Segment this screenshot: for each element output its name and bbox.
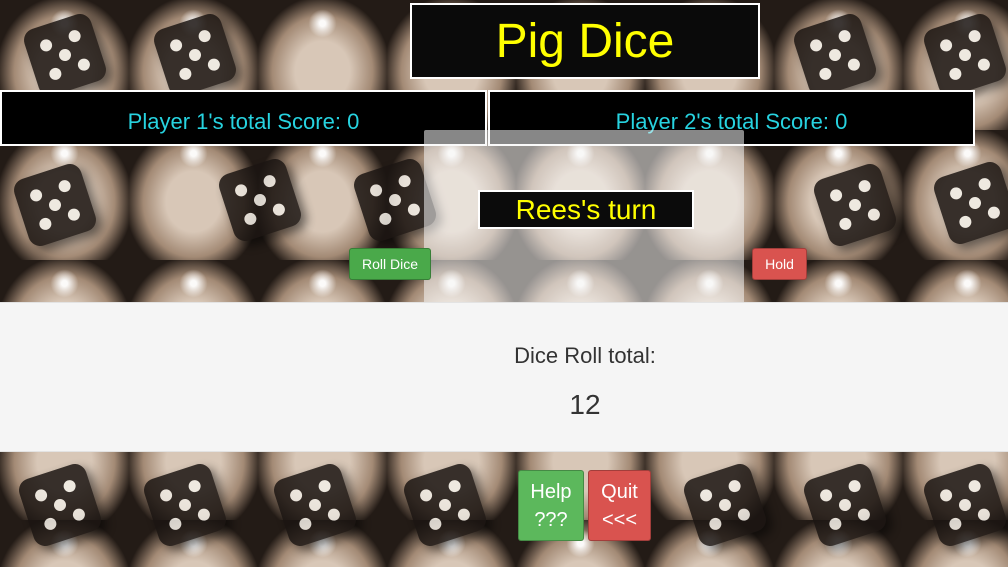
roll-dice-button[interactable]: Roll Dice <box>349 248 431 280</box>
dice-icon <box>920 10 1008 100</box>
dice-icon <box>680 460 770 550</box>
page-title: Pig Dice <box>410 3 760 79</box>
dice-icon <box>930 158 1008 248</box>
dice-icon <box>920 460 1008 550</box>
dice-icon <box>10 160 100 250</box>
help-button-label: Help <box>530 480 572 503</box>
dice-icon <box>215 155 305 245</box>
dice-icon <box>140 460 230 550</box>
dice-roll-value: 12 <box>569 389 601 420</box>
quit-button-label: Quit <box>601 480 638 503</box>
dice-icon <box>800 460 890 550</box>
dice-icon <box>270 460 360 550</box>
quit-button[interactable]: Quit <<< <box>588 470 651 541</box>
help-button[interactable]: Help ??? <box>518 470 584 541</box>
dice-roll-panel: Dice Roll total: 12 <box>0 302 1008 452</box>
dice-icon <box>15 460 105 550</box>
hold-button[interactable]: Hold <box>752 248 807 280</box>
dice-icon <box>810 160 900 250</box>
dice-roll-label: Dice Roll total: <box>514 343 656 368</box>
current-turn-indicator: Rees's turn <box>478 190 694 229</box>
dice-icon <box>20 10 110 100</box>
quit-button-icon: <<< <box>601 508 638 531</box>
dice-icon <box>400 460 490 550</box>
dice-icon <box>790 10 880 100</box>
help-button-icon: ??? <box>534 508 568 531</box>
dice-icon <box>150 10 240 100</box>
player1-score: Player 1's total Score: 0 <box>0 90 487 146</box>
